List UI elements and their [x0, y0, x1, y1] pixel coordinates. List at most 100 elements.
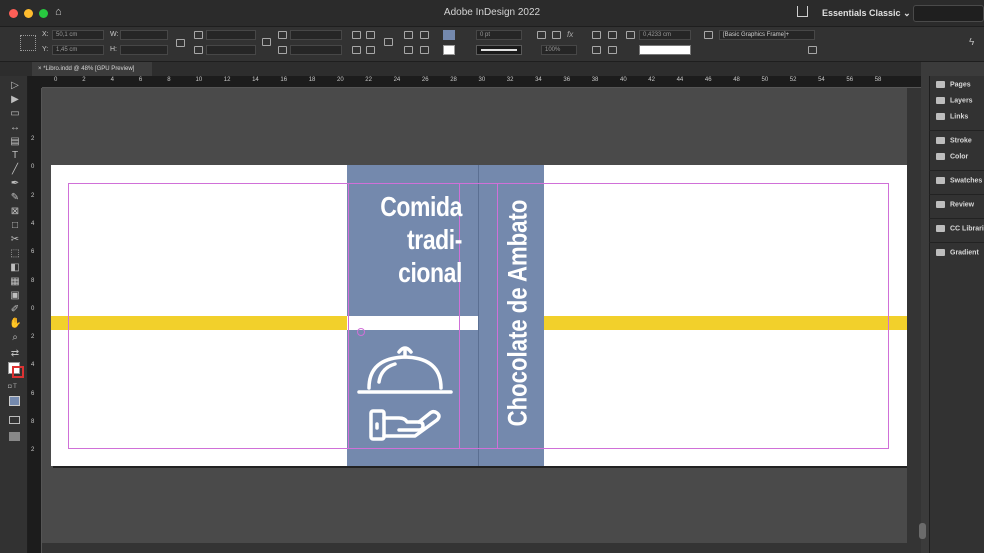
select-next-icon[interactable]: [420, 46, 429, 54]
gradient-icon: [936, 249, 945, 256]
select-content-icon[interactable]: [420, 31, 429, 39]
stroke-type-select[interactable]: [476, 45, 522, 55]
margin-guides: [68, 183, 889, 449]
align-center-icon[interactable]: [608, 31, 617, 39]
rectangle-tool-icon[interactable]: □: [9, 220, 21, 231]
panel-label: Layers: [950, 97, 973, 105]
gap-field[interactable]: 0,4233 cm: [639, 30, 691, 40]
spine-text-frame[interactable]: Chocolate de Ambato: [496, 180, 540, 446]
x-field[interactable]: 50,1 cm: [52, 30, 104, 40]
gap-icon[interactable]: [626, 31, 635, 39]
note-tool-icon[interactable]: ▣: [9, 290, 21, 301]
panel-gradient[interactable]: Gradient: [936, 249, 979, 256]
type-tool-icon[interactable]: T: [9, 150, 21, 161]
scale-x-icon[interactable]: [194, 31, 203, 39]
y-field[interactable]: 1,45 cm: [52, 45, 104, 55]
constrain-scale-icon[interactable]: [262, 38, 271, 46]
rotation-field[interactable]: [290, 30, 342, 40]
scale-y-field[interactable]: [206, 45, 256, 55]
stroke-color-icon[interactable]: [12, 366, 24, 378]
clear-overrides-icon[interactable]: [808, 46, 817, 54]
flip-vertical-icon[interactable]: [366, 46, 375, 54]
stroke-swatch[interactable]: [443, 45, 455, 55]
w-field[interactable]: [120, 30, 168, 40]
opacity-field[interactable]: 100%: [541, 45, 577, 55]
normal-view-icon[interactable]: [9, 416, 20, 424]
ruler-origin[interactable]: [28, 76, 42, 88]
ruler-tick-label: 8: [167, 77, 171, 83]
content-collector-icon[interactable]: ▤: [9, 136, 21, 147]
h-field[interactable]: [120, 45, 168, 55]
pen-tool-icon[interactable]: ✒: [9, 178, 21, 189]
scale-y-icon[interactable]: [194, 46, 203, 54]
rotate-90-cw-icon[interactable]: [352, 31, 361, 39]
heading-line: cional: [398, 257, 462, 288]
flip-horizontal-icon[interactable]: [352, 46, 361, 54]
scissors-tool-icon[interactable]: ✂: [9, 234, 21, 245]
cloche-serving-hand-icon[interactable]: [355, 342, 455, 442]
swap-colors-icon[interactable]: ⇄: [9, 348, 21, 359]
fill-frame-icon[interactable]: [552, 31, 561, 39]
selection-tool-icon[interactable]: ▷: [9, 80, 21, 91]
panel-links[interactable]: Links: [936, 113, 968, 120]
share-icon[interactable]: [797, 6, 808, 17]
zoom-tool-icon[interactable]: ⌕: [9, 332, 21, 343]
reference-point-icon[interactable]: [20, 35, 36, 51]
select-previous-icon[interactable]: [404, 46, 413, 54]
cover-heading[interactable]: Comida tradi- cional: [372, 190, 462, 289]
scale-x-field[interactable]: [206, 30, 256, 40]
document-tab[interactable]: × *Libro.indd @ 48% [GPU Preview]: [32, 62, 152, 76]
panel-pages[interactable]: Pages: [936, 81, 971, 88]
gradient-swatch-tool-icon[interactable]: ◧: [9, 262, 21, 273]
ruler-tick-label: 10: [195, 77, 203, 83]
panel-stroke[interactable]: Stroke: [936, 137, 972, 144]
search-input[interactable]: [913, 5, 984, 22]
lightning-icon[interactable]: ϟ: [969, 37, 974, 48]
panel-label: Links: [950, 113, 969, 121]
apply-color-icon[interactable]: [9, 396, 20, 406]
panel-swatches[interactable]: Swatches: [936, 177, 982, 184]
horizontal-scrollbar[interactable]: [42, 543, 907, 553]
anchor-point-icon[interactable]: [357, 328, 365, 336]
vertical-scroll-thumb[interactable]: [919, 523, 926, 539]
rectangle-frame-tool-icon[interactable]: ⊠: [9, 206, 21, 217]
shear-angle-icon[interactable]: [278, 46, 287, 54]
rotation-angle-icon[interactable]: [278, 31, 287, 39]
hand-tool-icon[interactable]: ✋: [9, 318, 21, 329]
close-tab-icon[interactable]: ×: [38, 66, 42, 72]
shear-field[interactable]: [290, 45, 342, 55]
stroke-weight-field[interactable]: 0 pt: [476, 30, 522, 40]
object-style-select[interactable]: [Basic Graphics Frame]+: [719, 30, 815, 40]
panel-cc-libraries[interactable]: CC Librari: [936, 225, 984, 232]
direct-selection-tool-icon[interactable]: ▶: [9, 94, 21, 105]
panel-layers[interactable]: Layers: [936, 97, 973, 104]
panel-review[interactable]: Review: [936, 201, 974, 208]
workspace-switcher[interactable]: Essentials Classic ⌄: [822, 8, 911, 19]
line-tool-icon[interactable]: ╱: [9, 164, 21, 175]
frame-fitting-icon[interactable]: [537, 31, 546, 39]
preview-mode-icon[interactable]: [9, 432, 20, 441]
constrain-proportions-icon[interactable]: [176, 39, 185, 47]
effects-fx-icon[interactable]: fx: [567, 30, 573, 39]
fill-swatch[interactable]: [443, 30, 455, 40]
panel-color[interactable]: Color: [936, 153, 968, 160]
drop-shadow-icon[interactable]: [592, 46, 601, 54]
page-tool-icon[interactable]: ▭: [9, 108, 21, 119]
align-left-icon[interactable]: [592, 31, 601, 39]
ruler-tick-label: 6: [138, 77, 143, 83]
gap-tool-icon[interactable]: ↔: [9, 122, 21, 133]
formatting-affects-icon[interactable]: ◘ T: [8, 384, 17, 390]
color-icon: [936, 153, 945, 160]
wrap-icon[interactable]: [608, 46, 617, 54]
gradient-feather-tool-icon[interactable]: ▦: [9, 276, 21, 287]
eyedropper-tool-icon[interactable]: ✐: [9, 304, 21, 315]
corner-shape-select[interactable]: [639, 45, 691, 55]
pencil-tool-icon[interactable]: ✎: [9, 192, 21, 203]
ruler-tick-label: 48: [733, 77, 740, 83]
title-bar: ⌂ Adobe InDesign 2022 Essentials Classic…: [0, 0, 984, 27]
free-transform-tool-icon[interactable]: ⬚: [9, 248, 21, 259]
heading-line: Comida: [380, 191, 462, 222]
rotate-90-ccw-icon[interactable]: [366, 31, 375, 39]
select-container-icon[interactable]: [404, 31, 413, 39]
vertical-scrollbar[interactable]: [907, 88, 921, 553]
